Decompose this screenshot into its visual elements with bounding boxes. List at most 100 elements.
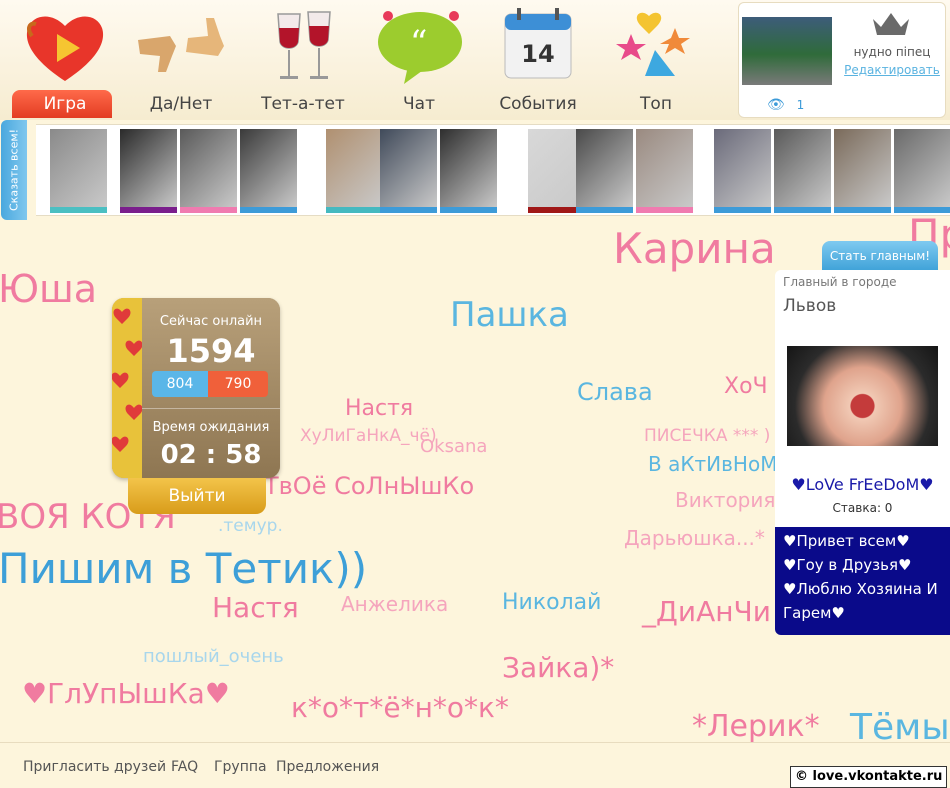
stars-bouquet-icon [616,12,690,76]
gender-color-bar [50,207,107,213]
nav-label: События [499,94,577,114]
cloud-username[interactable]: *Лерик* [692,712,820,742]
strip-user-thumbnail[interactable] [50,129,107,213]
gender-color-bar [774,207,831,213]
cloud-username[interactable]: Настя [345,398,413,420]
cloud-username[interactable]: Зайка)* [502,654,614,682]
logout-button[interactable]: Выйти [128,478,266,514]
strip-user-thumbnail[interactable] [576,129,633,213]
online-title: Сейчас онлайн [159,314,263,329]
nav-label: Да/Нет [149,94,213,114]
profile-card: нудно піпец Редактировать 👁 1 [738,2,946,118]
divider [142,408,280,409]
edit-profile-link[interactable]: Редактировать [839,63,945,77]
strip-user-thumbnail[interactable] [240,129,297,213]
footer-link-group[interactable]: Группа [214,759,267,775]
user-photo [120,129,177,207]
nav-events[interactable]: 14 События [483,0,593,118]
cloud-username[interactable]: ХуЛиГаНкА_чё) [300,428,437,445]
nav-game[interactable]: Игра [10,0,120,118]
nav-label: Тет-а-тет [261,94,345,114]
bid-amount: Ставка: 0 [832,501,893,515]
cloud-username[interactable]: Дарьюшка...* [624,528,765,548]
say-to-all-button[interactable]: Сказать всем! [1,120,27,220]
cloud-username[interactable]: Тёмы [850,710,950,743]
nav-yes-no[interactable]: Да/Нет [126,0,236,118]
cloud-username[interactable]: В аКтИвНоМ [648,454,777,474]
cloud-username[interactable]: Пишим в Тетик)) [0,548,367,590]
footer-link-invite[interactable]: Пригласить друзей [23,759,166,775]
cloud-username[interactable]: Пашка [450,298,569,332]
user-photo [326,129,383,207]
cloud-username[interactable]: ТвОё СоЛнЫшКо [264,474,474,498]
user-photo [380,129,437,207]
user-photo [50,129,107,207]
nav-label: Игра [43,94,87,114]
gender-color-bar [834,207,891,213]
nav-label: Топ [640,94,672,114]
hearts-pattern [112,298,142,478]
gender-color-bar [894,207,950,213]
user-photo [180,129,237,207]
nav-tete-a-tete[interactable]: Тет-а-тет [248,0,358,118]
user-photo [576,129,633,207]
gender-color-bar [714,207,771,213]
strip-user-thumbnail[interactable] [834,129,891,213]
cloud-username[interactable]: к*о*т*ё*н*о*к* [291,694,509,722]
strip-user-thumbnail[interactable] [120,129,177,213]
wine-glasses-icon [277,11,331,79]
cloud-username[interactable]: ПИСЕЧКА *** ) [644,428,770,445]
strip-user-thumbnail[interactable] [894,129,950,213]
heart-play-icon [26,16,104,81]
photo-strip [36,124,950,216]
cloud-username[interactable]: Юша [0,270,97,308]
main-user-nickname[interactable]: ♥LoVe FrEeDoM♥ [775,475,950,494]
cloud-username[interactable]: .темур. [218,518,283,535]
strip-user-thumbnail[interactable] [636,129,693,213]
cloud-username[interactable]: пошлый_очень [143,648,284,666]
cloud-username[interactable]: Слава [577,380,653,404]
profile-photo[interactable] [742,17,832,85]
online-male-count: 804 [152,371,208,397]
online-count: 1594 [166,332,256,370]
become-main-button[interactable]: Стать главным! [822,241,938,271]
cloud-username[interactable]: Карина [613,228,776,270]
user-photo [774,129,831,207]
wait-label: Время ожидания [152,420,270,435]
main-user-photo[interactable] [787,346,938,446]
cloud-username[interactable]: Анжелика [341,594,448,614]
user-photo [714,129,771,207]
strip-user-thumbnail[interactable] [774,129,831,213]
strip-user-thumbnail[interactable] [180,129,237,213]
cloud-username[interactable]: Настя [212,594,299,622]
cloud-username[interactable]: ♥ГлУпЫшКа♥ [22,680,230,708]
footer-link-suggestions[interactable]: Предложения [276,759,379,775]
nav-top[interactable]: Топ [601,0,711,118]
gender-color-bar [576,207,633,213]
cloud-username[interactable]: Oksana [420,438,487,456]
nav-label: Чат [403,94,435,114]
wait-timer: 02 : 58 [160,440,262,470]
gender-color-bar [636,207,693,213]
strip-user-thumbnail[interactable] [440,129,497,213]
footer-link-faq[interactable]: FAQ [171,759,198,775]
gender-color-bar [180,207,237,213]
views-counter: 👁 1 [767,97,804,113]
gender-color-bar [240,207,297,213]
main-in-city-label: Главный в городе [783,275,897,289]
nav-chat[interactable]: “ Чат [364,0,474,118]
cloud-username[interactable]: Виктория [675,490,775,510]
strip-user-thumbnail[interactable] [714,129,771,213]
strip-user-thumbnail[interactable] [326,129,383,213]
cloud-username[interactable]: _ДиАнЧи [642,598,771,626]
crown-icon [873,13,909,35]
cloud-username[interactable]: Николай [502,592,601,614]
online-female-count: 790 [208,371,268,397]
city-name: Львов [783,296,837,316]
calendar-day: 14 [521,40,555,68]
thumbs-up-down-icon [138,18,224,72]
strip-user-thumbnail[interactable] [380,129,437,213]
chat-bubble-icon: “ [378,11,462,84]
cloud-username[interactable]: ХоЧ [724,376,768,398]
message-line: ♥Гоу в Друзья♥ [783,556,912,574]
